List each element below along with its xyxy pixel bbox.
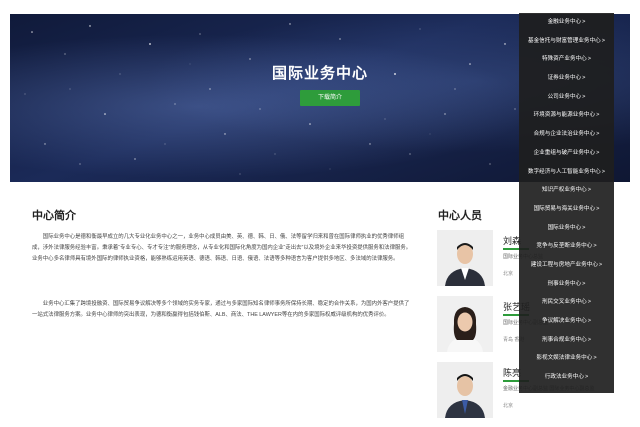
person-photo[interactable] bbox=[437, 296, 493, 352]
chevron-right-icon: > bbox=[582, 280, 586, 287]
chevron-right-icon: > bbox=[601, 168, 605, 175]
menu-item[interactable]: 影视文娱法律业务中心> bbox=[519, 349, 614, 368]
chevron-right-icon: > bbox=[596, 112, 600, 119]
person-city: 北京 bbox=[503, 271, 514, 277]
intro-paragraph-2: 业务中心汇集了跨境投融资、国际贸易争议解决等多个领域的实务专家，通过与多家国际知… bbox=[32, 301, 410, 319]
menu-item[interactable]: 企业重组与破产业务中心> bbox=[519, 144, 614, 163]
chevron-right-icon: > bbox=[596, 131, 600, 138]
download-intro-button[interactable]: 下载简介 bbox=[300, 90, 360, 106]
chevron-right-icon: > bbox=[598, 261, 603, 268]
chevron-right-icon: > bbox=[582, 75, 586, 82]
chevron-right-icon: > bbox=[601, 37, 605, 44]
person-photo[interactable] bbox=[437, 362, 493, 418]
menu-item[interactable]: 金融业务中心> bbox=[519, 13, 614, 32]
person-avatar-icon bbox=[437, 296, 493, 352]
menu-item[interactable]: 基金信托与财富管理业务中心> bbox=[519, 32, 614, 51]
chevron-right-icon: > bbox=[596, 149, 600, 156]
chevron-right-icon: > bbox=[584, 374, 589, 381]
person-avatar-icon bbox=[437, 362, 493, 418]
chevron-right-icon: > bbox=[593, 243, 597, 250]
menu-item[interactable]: 合规与企业法治业务中心> bbox=[519, 125, 614, 144]
chevron-right-icon: > bbox=[587, 299, 592, 306]
chevron-right-icon: > bbox=[593, 355, 597, 362]
menu-item[interactable]: 争议解决业务中心> bbox=[519, 312, 614, 331]
menu-item[interactable]: 刑民交叉业务中心> bbox=[519, 293, 614, 312]
menu-item[interactable]: 证券业务中心> bbox=[519, 69, 614, 88]
intro-section-title: 中心简介 bbox=[32, 210, 76, 222]
menu-item[interactable]: 刑事合规业务中心> bbox=[519, 331, 614, 350]
person-photo[interactable] bbox=[437, 230, 493, 286]
person-avatar-icon bbox=[437, 230, 493, 286]
chevron-right-icon: > bbox=[582, 19, 586, 25]
people-section-title: 中心人员 bbox=[438, 210, 482, 222]
intro-paragraph-1: 国际业务中心是德和衡最早成立的几大专业化业务中心之一，业务中心成员由美、英、德、… bbox=[32, 234, 412, 263]
menu-item[interactable]: 行政法业务中心> bbox=[519, 368, 614, 387]
chevron-right-icon: > bbox=[582, 224, 586, 231]
chevron-right-icon: > bbox=[587, 56, 592, 63]
menu-item[interactable]: 国际贸易与海关业务中心> bbox=[519, 200, 614, 219]
menu-item[interactable]: 知识产权业务中心> bbox=[519, 181, 614, 200]
menu-item[interactable]: 国际业务中心> bbox=[519, 219, 614, 238]
menu-item[interactable]: 环境资源与能源业务中心> bbox=[519, 106, 614, 125]
menu-item[interactable]: 数字经济与人工智能业务中心> bbox=[519, 163, 614, 182]
chevron-right-icon: > bbox=[587, 336, 592, 343]
menu-item[interactable]: 公司业务中心> bbox=[519, 88, 614, 107]
chevron-right-icon: > bbox=[596, 205, 600, 212]
menu-item[interactable]: 竞争与反垄断业务中心> bbox=[519, 237, 614, 256]
person-city: 北京 bbox=[503, 403, 514, 409]
chevron-right-icon: > bbox=[582, 93, 586, 100]
menu-item[interactable]: 特殊资产业务中心> bbox=[519, 50, 614, 69]
chevron-right-icon: > bbox=[587, 187, 592, 194]
menu-item[interactable]: 建设工程与房地产业务中心> bbox=[519, 256, 614, 275]
menu-item[interactable]: 刑事业务中心> bbox=[519, 275, 614, 294]
dropdown-list: 金融业务中心> 基金信托与财富管理业务中心> 特殊资产业务中心> 证券业务中心>… bbox=[519, 13, 614, 387]
business-center-dropdown-menu: 金融业务中心> 基金信托与财富管理业务中心> 特殊资产业务中心> 证券业务中心>… bbox=[519, 13, 614, 393]
chevron-right-icon: > bbox=[587, 318, 592, 324]
